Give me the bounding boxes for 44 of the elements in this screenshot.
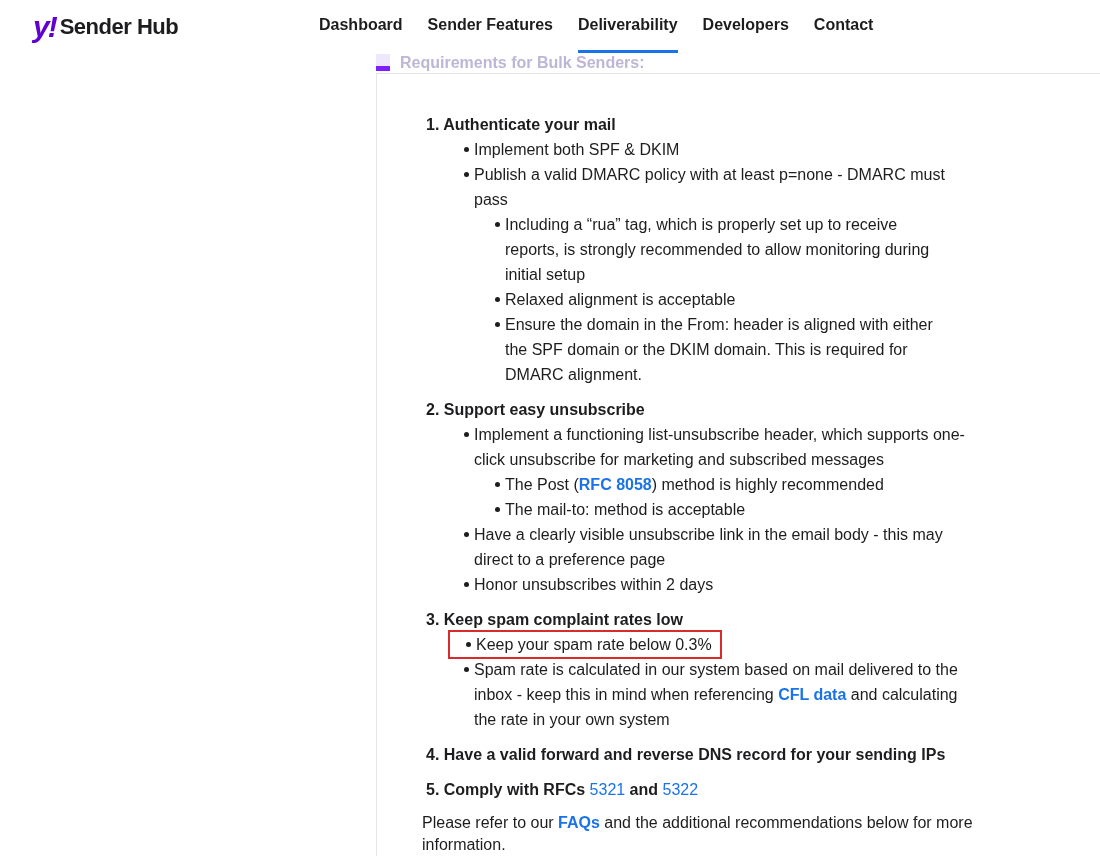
nav-tab[interactable]: Developers [702, 0, 789, 53]
section-heading: 4. Have a valid forward and reverse DNS record for your sending IPs [426, 745, 947, 765]
list-item-text: Including a “rua” tag, which is properly set up to receive reports, is strongly recommended to allow monitoring during initial setup [505, 215, 931, 285]
list-item-text: Spam rate is calculated in our system based on mail delivered to the inbox - keep this in mind when referencing CFL data and calculating the rate in your own system [474, 660, 959, 730]
bullet-icon [464, 582, 469, 587]
list-item-text: Keep your spam rate below 0.3% [476, 635, 712, 655]
bullet-icon [495, 322, 500, 327]
list-item-text: Implement both SPF & DKIM [474, 140, 681, 160]
list-item-text: Relaxed alignment is acceptable [505, 290, 737, 310]
bullet-icon [464, 432, 469, 437]
bullet-icon [466, 642, 471, 647]
bullet-icon [464, 172, 469, 177]
bullet-icon [464, 532, 469, 537]
list-item-text: The Post (RFC 8058) method is highly recommended [505, 475, 885, 495]
section-heading: 2. Support easy unsubscribe [426, 400, 646, 420]
list-item-text: The mail-to: method is acceptable [505, 500, 747, 520]
nav-tab[interactable]: Dashboard [319, 0, 403, 53]
list-item-text: Publish a valid DMARC policy with at least p=none - DMARC must pass [474, 165, 946, 210]
bullet-icon [495, 297, 500, 302]
text-link[interactable]: CFL data [778, 686, 847, 703]
section-heading: 5. Comply with RFCs 5321 and 5322 [426, 780, 700, 800]
logo-mark: y! [33, 11, 56, 42]
nav-tab[interactable]: Deliverability [577, 0, 678, 53]
text-link[interactable]: 5322 [662, 781, 699, 798]
bullet-icon [464, 667, 469, 672]
bullet-icon [495, 507, 500, 512]
footer-note: Please refer to our FAQs and the additional recommendations below for more information. [422, 813, 974, 855]
text-link[interactable]: 5321 [589, 781, 626, 798]
list-item-text: Ensure the domain in the From: header is aligned with either the SPF domain or the DKIM domain. This is required for DMARC alignment. [505, 315, 934, 385]
nav-tab[interactable]: Sender Features [427, 0, 553, 53]
list-item-text: Have a clearly visible unsubscribe link in the email body - this may direct to a preference page [474, 525, 944, 570]
logo-text: Sender Hub [59, 13, 179, 41]
section-heading: 1. Authenticate your mail [426, 115, 617, 135]
faded-heading: Requirements for Bulk Senders: [400, 54, 645, 71]
accent-bar [376, 54, 390, 71]
section-heading: 3. Keep spam complaint rates low [426, 610, 684, 630]
text-link[interactable]: RFC 8058 [578, 476, 652, 493]
bullet-icon [464, 147, 469, 152]
list-item-text: Implement a functioning list-unsubscribe header, which supports one-click unsubscribe for marketing and subscribed messages [474, 425, 966, 470]
bullet-icon [495, 222, 500, 227]
text-link[interactable]: FAQs [558, 814, 600, 831]
nav-tab[interactable]: Contact [813, 0, 874, 53]
bullet-icon [495, 482, 500, 487]
list-item-text: Honor unsubscribes within 2 days [474, 575, 715, 595]
